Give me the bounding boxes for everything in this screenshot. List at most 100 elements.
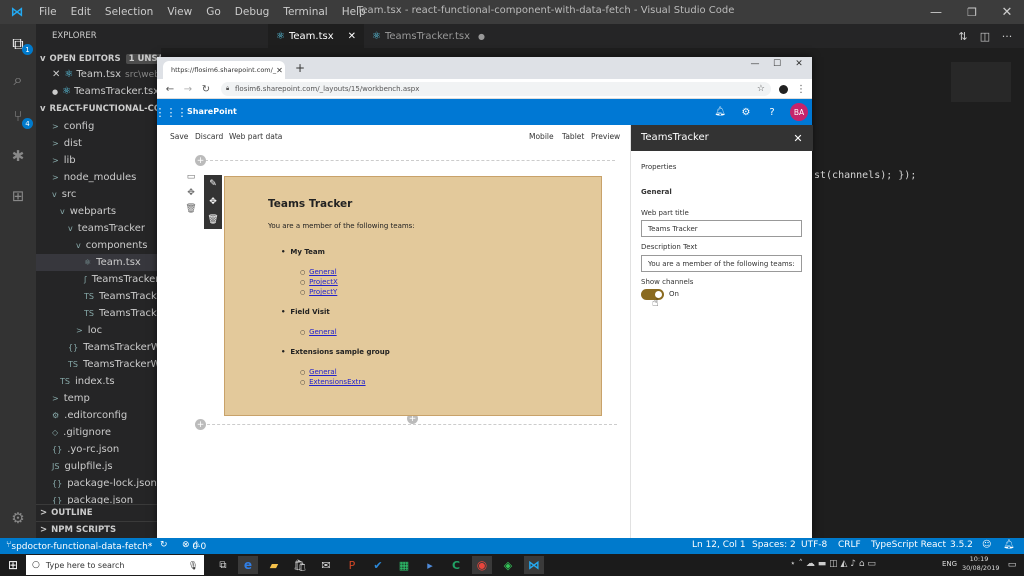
delete-webpart-icon[interactable]: 🗑︎ — [207, 214, 219, 226]
menu-debug[interactable]: Debug — [228, 6, 277, 18]
compare-icon[interactable]: ⇅ — [953, 24, 973, 48]
indentation[interactable]: Spaces: 2 — [752, 540, 796, 550]
tree-item[interactable]: v webparts — [36, 203, 161, 220]
open-editor-item[interactable]: ✕⚛ Team.tsx src\webp — [36, 66, 161, 83]
channel-link[interactable]: General — [309, 368, 337, 376]
language-mode[interactable]: TypeScript React — [871, 540, 946, 550]
teams-tracker-webpart[interactable]: Teams Tracker You are a member of the fo… — [224, 176, 602, 416]
cursor-position[interactable]: Ln 12, Col 1 — [692, 540, 746, 550]
tree-item[interactable]: > dist — [36, 135, 161, 152]
avatar[interactable]: BA — [790, 103, 808, 121]
channel-link[interactable]: General — [309, 268, 337, 276]
webpart-title-input[interactable]: Teams Tracker — [641, 220, 802, 237]
source-control-icon[interactable]: ⑂ — [0, 98, 36, 134]
mobile-button[interactable]: Mobile — [529, 132, 554, 141]
app-launcher-icon[interactable]: ⋮⋮⋮ — [155, 104, 188, 120]
tree-item[interactable]: ʃ TeamsTracker.m... — [36, 271, 161, 288]
webpart-data-button[interactable]: Web part data — [229, 132, 282, 141]
browser-maximize-icon[interactable]: ☐ — [767, 57, 787, 71]
extensions-icon[interactable]: ⊞ — [0, 178, 36, 214]
tree-item[interactable]: v components — [36, 237, 161, 254]
outline-section[interactable]: > OUTLINE — [36, 504, 161, 521]
tree-item[interactable]: v src — [36, 186, 161, 203]
microphone-icon[interactable]: 🎙︎ — [188, 561, 198, 570]
star-icon[interactable]: ☆ — [757, 84, 765, 94]
channel-link[interactable]: ProjectY — [309, 288, 337, 296]
move-section-icon[interactable]: ✥ — [185, 187, 197, 199]
mail-icon[interactable]: ✉ — [316, 556, 336, 574]
comment-icon[interactable]: ▭ — [185, 171, 197, 183]
tree-item[interactable]: {} package-lock.json — [36, 475, 161, 492]
browser-tab[interactable]: https://flosim6.sharepoint.com/_ ✕ — [163, 61, 285, 79]
app-green-icon[interactable]: ◈ — [498, 556, 518, 574]
action-center-icon[interactable]: ▭ — [1004, 556, 1020, 574]
smiley-icon[interactable]: ☺ — [982, 540, 991, 550]
browser-close-icon[interactable]: ✕ — [789, 57, 809, 71]
tree-item[interactable]: v teamsTracker — [36, 220, 161, 237]
app-icon[interactable]: ▦ — [394, 556, 414, 574]
tablet-button[interactable]: Tablet — [562, 132, 584, 141]
notification-bell-icon[interactable]: 🔔︎ — [1003, 540, 1014, 550]
move-webpart-icon[interactable]: ✥ — [207, 196, 219, 208]
tree-item[interactable]: > temp — [36, 390, 161, 407]
system-tray-icons[interactable]: ⋆ ˄ ☁ ▬ ◫ ◭ ♪ ⌂ ▭ — [790, 559, 876, 569]
restore-icon[interactable]: ❐ — [954, 0, 990, 24]
terminal-icon[interactable]: ▸ — [420, 556, 440, 574]
tree-item[interactable]: {} TeamsTrackerWeb... — [36, 339, 161, 356]
project-section[interactable]: vREACT-FUNCTIONAL-COM... — [36, 100, 161, 117]
new-tab-icon[interactable]: + — [293, 61, 307, 75]
help-icon[interactable]: ? — [765, 105, 779, 119]
menu-terminal[interactable]: Terminal — [276, 6, 334, 18]
preview-button[interactable]: Preview — [591, 132, 620, 141]
tree-item[interactable]: JS gulpfile.js — [36, 458, 161, 475]
tree-item[interactable]: ⚙ .editorconfig — [36, 407, 161, 424]
tree-item[interactable]: ⚛ Team.tsx — [36, 254, 161, 271]
open-editors-section[interactable]: vOPEN EDITORS 1 UNSAVED — [36, 50, 161, 67]
delete-section-icon[interactable]: 🗑︎ — [185, 203, 197, 215]
vscode-taskbar-icon[interactable]: ⋈ — [524, 556, 544, 574]
add-section-top-icon[interactable]: + — [195, 155, 206, 166]
language-indicator[interactable]: ENG — [942, 560, 957, 568]
tree-item[interactable]: TS TeamsTracker.tsx — [36, 305, 161, 322]
close-tab-icon[interactable]: ✕ — [348, 31, 356, 42]
tab-teamstracker-tsx[interactable]: ⚛ TeamsTracker.tsx ● — [364, 24, 485, 48]
more-actions-icon[interactable]: ··· — [997, 24, 1017, 48]
gear-icon[interactable]: ⚙ — [0, 500, 36, 536]
tree-item[interactable]: TS TeamsTrackerWeb... — [36, 356, 161, 373]
browser-menu-icon[interactable]: ⋮ — [795, 82, 807, 96]
browser-minimize-icon[interactable]: — — [745, 57, 765, 71]
tree-item[interactable]: > config — [36, 118, 161, 135]
menu-selection[interactable]: Selection — [98, 6, 160, 18]
tab-team-tsx[interactable]: ⚛ Team.tsx ✕ — [268, 24, 364, 48]
menu-file[interactable]: File — [32, 6, 64, 18]
line-endings[interactable]: CRLF — [838, 540, 861, 550]
tree-item[interactable]: > lib — [36, 152, 161, 169]
forward-icon[interactable]: → — [181, 82, 195, 96]
split-editor-icon[interactable]: ◫ — [975, 24, 995, 48]
url-input[interactable]: 🔒︎ flosim6.sharepoint.com/_layouts/15/wo… — [221, 82, 771, 96]
chrome-icon[interactable]: ◉ — [472, 556, 492, 574]
channel-link[interactable]: ProjectX — [309, 278, 338, 286]
channel-link[interactable]: General — [309, 328, 337, 336]
channel-link[interactable]: ExtensionsExtra — [309, 378, 366, 386]
extension-icon[interactable] — [779, 85, 788, 94]
close-window-icon[interactable]: ✕ — [990, 0, 1024, 24]
tree-item[interactable]: > node_modules — [36, 169, 161, 186]
settings-gear-icon[interactable]: ⚙ — [739, 105, 753, 119]
reload-icon[interactable]: ↻ — [199, 82, 213, 96]
close-tab-icon[interactable]: ✕ — [276, 66, 283, 75]
menu-edit[interactable]: Edit — [64, 6, 98, 18]
problems-status[interactable]: ⊗ 0 ⚠ 0 — [182, 540, 206, 552]
minimap[interactable] — [951, 62, 1011, 102]
camtasia-icon[interactable]: C — [446, 556, 466, 574]
discard-button[interactable]: Discard — [195, 132, 223, 141]
debug-icon[interactable]: ✱ — [0, 138, 36, 174]
sharepoint-brand[interactable]: SharePoint — [187, 107, 237, 116]
save-button[interactable]: Save — [170, 132, 188, 141]
branch-status[interactable]: ⑂ spdoctor-functional-data-fetch* — [6, 540, 152, 552]
sync-icon[interactable]: ↻ — [160, 540, 168, 550]
store-icon[interactable]: 🛍︎ — [290, 556, 310, 574]
open-editor-item[interactable]: ● ⚛ TeamsTracker.tsx — [36, 83, 161, 100]
menu-view[interactable]: View — [160, 6, 199, 18]
edit-pencil-icon[interactable]: ✎ — [207, 178, 219, 190]
